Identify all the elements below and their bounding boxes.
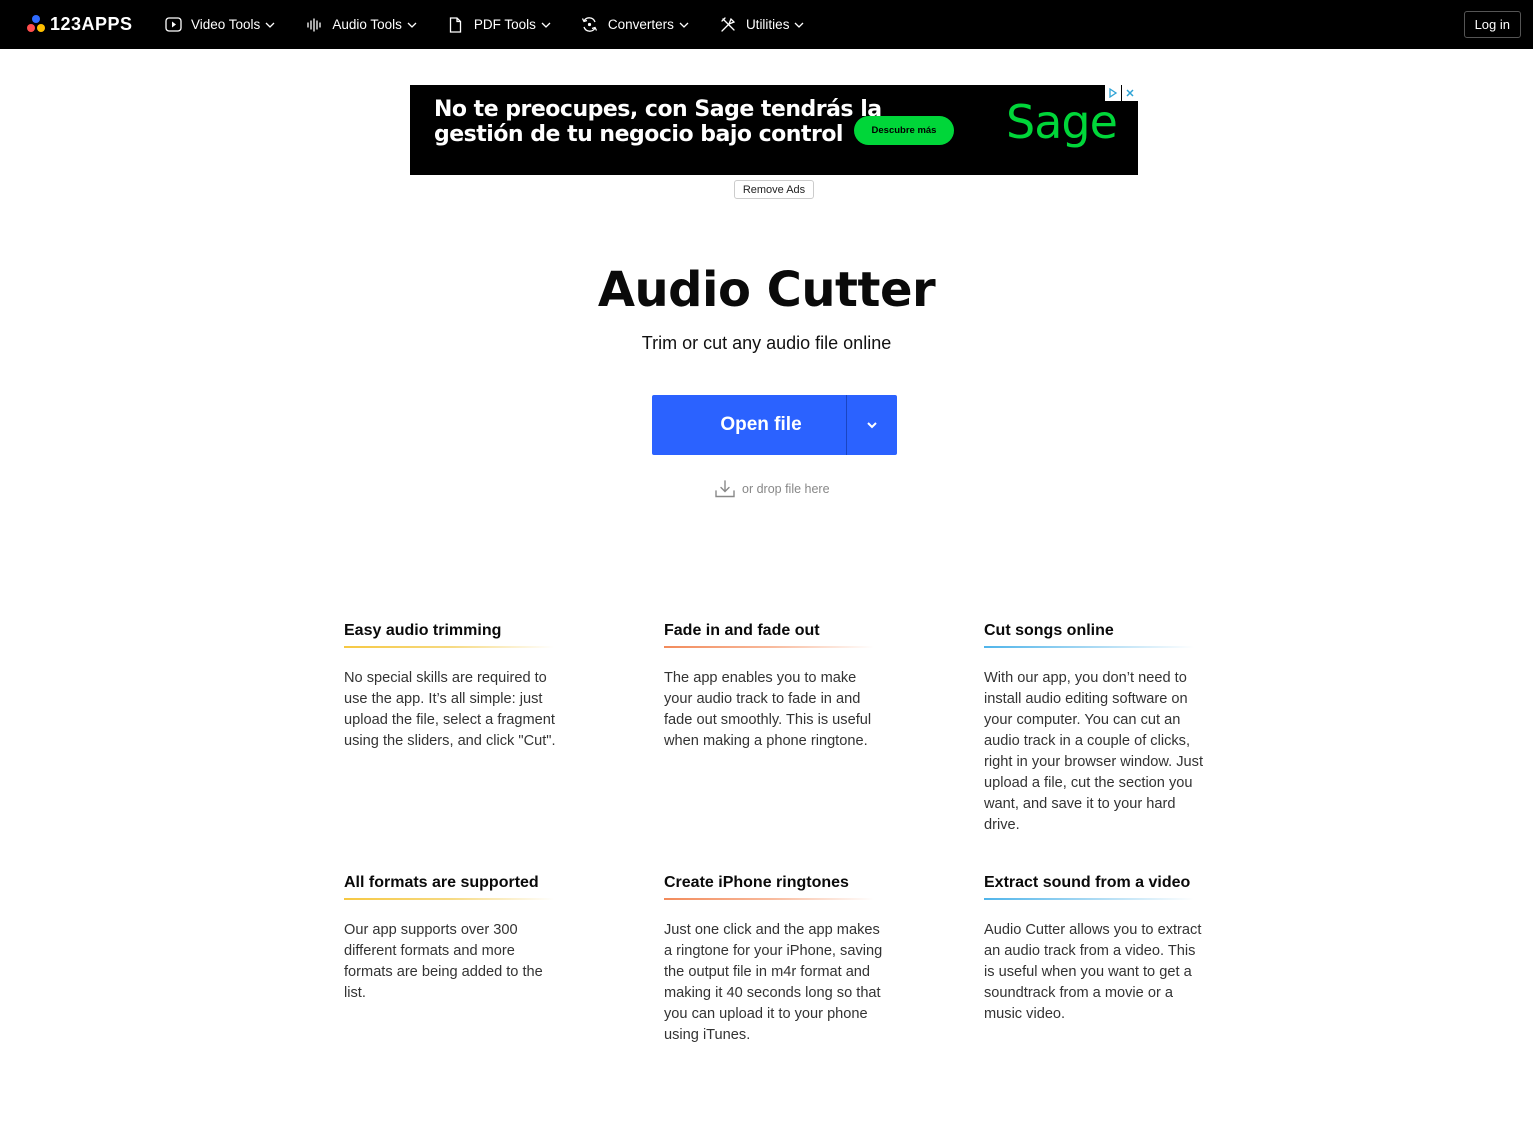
- ad-cta-button[interactable]: Descubre más: [854, 116, 954, 145]
- nav-converters[interactable]: Converters: [581, 0, 689, 49]
- nav-audio-tools-label: Audio Tools: [332, 17, 402, 32]
- ad-controls: [1104, 85, 1138, 101]
- feature-title: Create iPhone ringtones: [664, 874, 849, 891]
- open-file-group: Open file: [652, 395, 897, 455]
- feature-title: Extract sound from a video: [984, 874, 1191, 891]
- feature-text: With our app, you don’t need to install …: [984, 670, 1203, 833]
- chevron-down-icon: [407, 22, 417, 28]
- logo-text: 123APPS: [50, 13, 133, 34]
- chevron-down-icon: [679, 22, 689, 28]
- chevron-down-icon: [867, 422, 877, 429]
- feature-extract-sound: Extract sound from a video Audio Cutter …: [984, 874, 1204, 1025]
- feature-underline: [984, 646, 1194, 648]
- feature-text: No special skills are required to use th…: [344, 670, 556, 749]
- nav-utilities[interactable]: Utilities: [719, 0, 805, 49]
- logo-dots-icon: [26, 14, 46, 34]
- nav-audio-tools[interactable]: Audio Tools: [305, 0, 417, 49]
- feature-text: Audio Cutter allows you to extract an au…: [984, 922, 1202, 1022]
- tools-icon: [719, 16, 737, 34]
- drop-zone-hint: or drop file here: [714, 479, 830, 499]
- ad-banner[interactable]: No te preocupes, con Sage tendrás la ges…: [410, 85, 1138, 175]
- feature-underline: [664, 646, 874, 648]
- feature-all-formats: All formats are supported Our app suppor…: [344, 874, 564, 1004]
- feature-text: Just one click and the app makes a ringt…: [664, 922, 883, 1043]
- feature-underline: [344, 646, 554, 648]
- page-title: Audio Cutter: [597, 262, 936, 318]
- feature-fade: Fade in and fade out The app enables you…: [664, 622, 884, 752]
- nav-converters-label: Converters: [607, 17, 674, 32]
- feature-underline: [984, 898, 1194, 900]
- feature-text: Our app supports over 300 different form…: [344, 922, 543, 1001]
- main-nav: Video Tools Audio Tools PDF Tools Conver…: [164, 0, 834, 49]
- ad-headline: No te preocupes, con Sage tendrás la ges…: [434, 97, 882, 147]
- feature-underline: [344, 898, 554, 900]
- feature-title: Easy audio trimming: [344, 622, 502, 639]
- ad-headline-line1: No te preocupes, con Sage tendrás la: [434, 97, 882, 122]
- play-icon: [164, 16, 182, 34]
- ad-headline-line2: gestión de tu negocio bajo control: [434, 122, 843, 147]
- remove-ads-button[interactable]: Remove Ads: [734, 180, 814, 199]
- login-button[interactable]: Log in: [1463, 11, 1521, 38]
- feature-iphone-ringtones: Create iPhone ringtones Just one click a…: [664, 874, 884, 1046]
- convert-icon: [581, 16, 599, 34]
- nav-video-tools-label: Video Tools: [191, 17, 261, 32]
- ad-brand-logo: Sage: [1006, 95, 1118, 149]
- feature-title: Cut songs online: [984, 622, 1114, 639]
- drop-hint-text: or drop file here: [742, 482, 830, 496]
- chevron-down-icon: [541, 22, 551, 28]
- feature-title: Fade in and fade out: [664, 622, 820, 639]
- top-navbar: 123APPS Video Tools Audio Tools PDF Tool…: [0, 0, 1533, 49]
- feature-title: All formats are supported: [344, 874, 539, 891]
- download-icon: [715, 480, 735, 498]
- feature-easy-trimming: Easy audio trimming No special skills ar…: [344, 622, 564, 752]
- nav-pdf-tools-label: PDF Tools: [473, 17, 536, 32]
- feature-cut-songs: Cut songs online With our app, you don’t…: [984, 622, 1204, 836]
- logo[interactable]: 123APPS: [26, 13, 133, 35]
- open-file-dropdown-button[interactable]: [847, 395, 897, 455]
- close-icon[interactable]: [1122, 85, 1138, 101]
- nav-pdf-tools[interactable]: PDF Tools: [447, 0, 551, 49]
- chevron-down-icon: [794, 22, 804, 28]
- adchoices-icon[interactable]: [1105, 85, 1121, 101]
- chevron-down-icon: [265, 22, 275, 28]
- feature-text: The app enables you to make your audio t…: [664, 670, 872, 749]
- feature-underline: [664, 898, 874, 900]
- nav-video-tools[interactable]: Video Tools: [164, 0, 275, 49]
- open-file-button[interactable]: Open file: [652, 395, 846, 455]
- document-icon: [447, 16, 465, 34]
- nav-utilities-label: Utilities: [745, 17, 790, 32]
- page-subtitle: Trim or cut any audio file online: [641, 333, 892, 353]
- waveform-icon: [305, 16, 323, 34]
